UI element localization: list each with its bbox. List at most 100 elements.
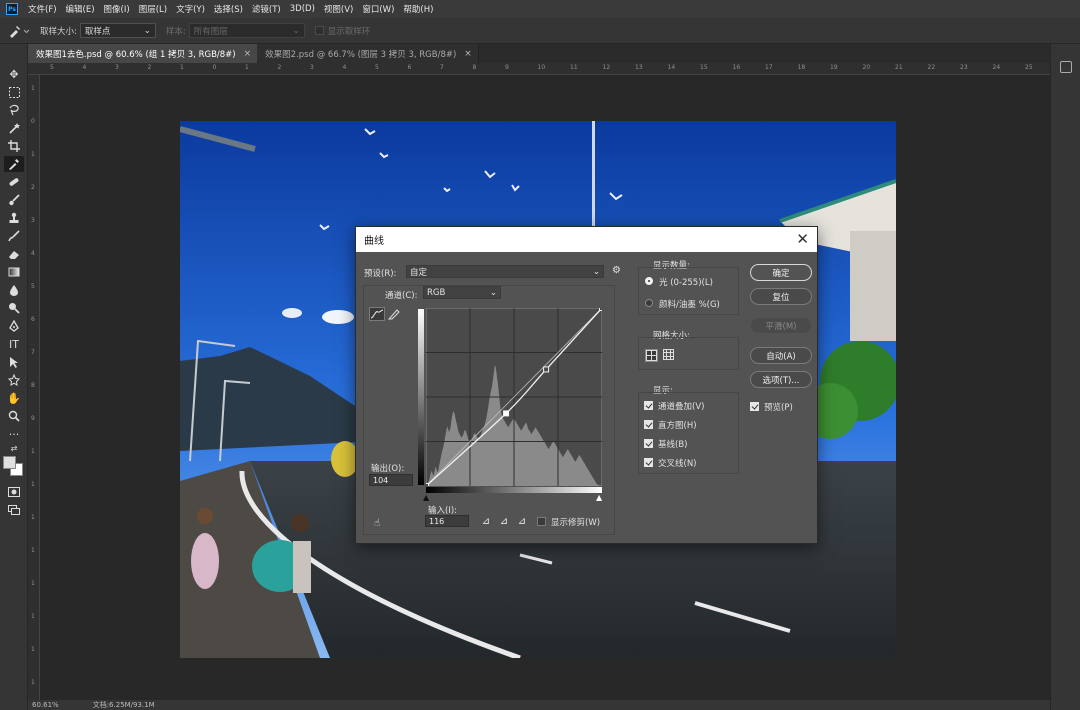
menu-window[interactable]: 窗口(W) [362,3,394,15]
blur-tool-icon[interactable] [4,282,24,298]
ruler-tick-label: 15 [700,64,708,71]
properties-panel-icon[interactable] [1060,61,1072,73]
menu-file[interactable]: 文件(F) [28,3,57,15]
menu-select[interactable]: 选择(S) [214,3,243,15]
sample-select[interactable]: 所有图层 ⌄ [188,23,305,38]
white-eyedropper-icon[interactable]: ⊿ [516,515,528,527]
curve-control-point [426,483,429,486]
dodge-tool-icon[interactable] [4,300,24,316]
ruler-tick-label: 3 [31,217,35,224]
white-point-slider-icon[interactable]: ▲ [596,493,602,502]
crop-tool-icon[interactable] [4,138,24,154]
hand-tool-icon[interactable]: ✋ [4,390,24,406]
light-radio[interactable] [645,277,653,285]
ruler-tick-label: 13 [635,64,643,71]
ok-button[interactable]: 确定 [750,264,812,281]
type-tool-icon[interactable]: IT [4,336,24,352]
pencil-draw-mode-icon[interactable] [387,307,401,321]
eyedropper-tool-icon[interactable] [4,156,24,172]
pen-tool-icon[interactable] [4,318,24,334]
black-point-slider-icon[interactable]: ▲ [423,493,429,502]
marquee-tool-icon[interactable] [4,84,24,100]
channel-label: 通道(C): [385,291,418,301]
input-value-field[interactable]: 116 [425,515,469,527]
more-tools-icon[interactable]: ··· [4,426,24,442]
swap-colors-icon[interactable]: ⇄ [4,442,24,454]
healing-brush-tool-icon[interactable] [4,174,24,190]
intersection-line-checkbox[interactable] [644,458,653,467]
menu-3d[interactable]: 3D(D) [290,4,315,14]
chevron-down-icon: ⌄ [143,25,151,36]
ruler-tick-label: 2 [147,64,152,71]
sample-value: 所有图层 [193,26,228,37]
histogram-checkbox[interactable] [644,420,653,429]
path-selection-tool-icon[interactable] [4,354,24,370]
eraser-tool-icon[interactable] [4,246,24,262]
color-swatches[interactable] [3,456,25,478]
options-button[interactable]: 选项(T)... [750,371,812,388]
sample-size-select[interactable]: 取样点 ⌄ [79,23,156,38]
close-icon[interactable]: ✕ [796,232,809,247]
channel-select[interactable]: RGB ⌄ [423,286,501,299]
close-icon[interactable]: × [464,49,472,59]
curves-graph[interactable] [426,308,602,486]
ruler-tick-label: 14 [667,64,676,71]
ruler-tick-label: 1 [31,646,35,653]
menu-type[interactable]: 文字(Y) [176,3,205,15]
preset-select[interactable]: 自定 ⌄ [406,265,604,278]
input-gradient-bar [426,487,602,493]
baseline-label: 基线(B) [658,440,688,450]
custom-shape-tool-icon[interactable] [4,372,24,388]
simple-grid-icon[interactable] [645,349,658,362]
gradient-tool-icon[interactable] [4,264,24,280]
vertical-ruler[interactable]: 1 0 1 2 3 4 5 6 7 8 9 1 1 1 1 1 1 1 1 [28,75,40,700]
black-eyedropper-icon[interactable]: ⊿ [480,515,492,527]
auto-button[interactable]: 自动(A) [750,347,812,364]
pigment-radio[interactable] [645,299,653,307]
quick-mask-icon[interactable] [4,484,24,500]
menu-view[interactable]: 视图(V) [324,3,353,15]
smooth-button[interactable]: 平滑(M) [750,317,812,334]
chevron-down-icon: ⌄ [489,287,497,298]
gray-eyedropper-icon[interactable]: ⊿ [498,515,510,527]
ruler-tick-label: 17 [765,64,773,71]
document-tab-1[interactable]: 效果图1去色.psd @ 60.6% (组 1 拷贝 3, RGB/8#) × [28,44,258,63]
horizontal-ruler[interactable]: 5 4 3 2 1 0 1 2 3 4 5 6 7 8 9 10 11 12 13 14 15 16 17 18 19 20 21 2… [28,63,1050,75]
preset-options-gear-icon[interactable]: ⚙ [612,265,621,276]
eyedropper-tool-preset-icon[interactable] [8,22,34,40]
curve-point-mode-icon[interactable] [369,307,385,321]
brush-tool-icon[interactable] [4,192,24,208]
document-tab-2[interactable]: 效果图2.psd @ 66.7% (图层 3 拷贝 3, RGB/8#) × [257,44,479,63]
zoom-level[interactable]: 60.61% [32,701,59,709]
photoshop-logo-icon[interactable]: Ps [6,3,18,15]
foreground-color-swatch[interactable] [3,456,16,469]
quick-selection-tool-icon[interactable] [4,120,24,136]
baseline-checkbox[interactable] [644,439,653,448]
move-tool-icon[interactable]: ✥ [4,66,24,82]
close-icon[interactable]: × [244,49,252,59]
ruler-tick-label: 1 [31,514,35,521]
clone-stamp-tool-icon[interactable] [4,210,24,226]
show-sampling-ring-checkbox[interactable] [314,26,324,35]
ruler-tick-label: 10 [537,64,546,71]
dialog-titlebar[interactable]: 曲线 ✕ [356,227,817,252]
menu-edit[interactable]: 编辑(E) [66,3,95,15]
history-brush-tool-icon[interactable] [4,228,24,244]
menu-filter[interactable]: 滤镜(T) [252,3,281,15]
preview-checkbox[interactable] [750,402,759,411]
sample-size-value: 取样点 [84,26,111,37]
ruler-tick-label: 5 [50,64,54,71]
menu-image[interactable]: 图像(I) [104,3,130,15]
menu-help[interactable]: 帮助(H) [403,3,433,15]
show-clipping-checkbox[interactable] [537,517,546,526]
output-value-field[interactable]: 104 [369,474,413,486]
reset-button[interactable]: 复位 [750,288,812,305]
channel-overlays-checkbox[interactable] [644,401,653,410]
ruler-tick-label: 3 [115,64,119,71]
detailed-grid-icon[interactable] [663,349,676,362]
lasso-tool-icon[interactable] [4,102,24,118]
on-image-adjust-hand-icon[interactable]: ☝ [371,517,383,529]
menu-layer[interactable]: 图层(L) [139,3,167,15]
zoom-tool-icon[interactable] [4,408,24,424]
screen-mode-icon[interactable] [4,502,24,518]
